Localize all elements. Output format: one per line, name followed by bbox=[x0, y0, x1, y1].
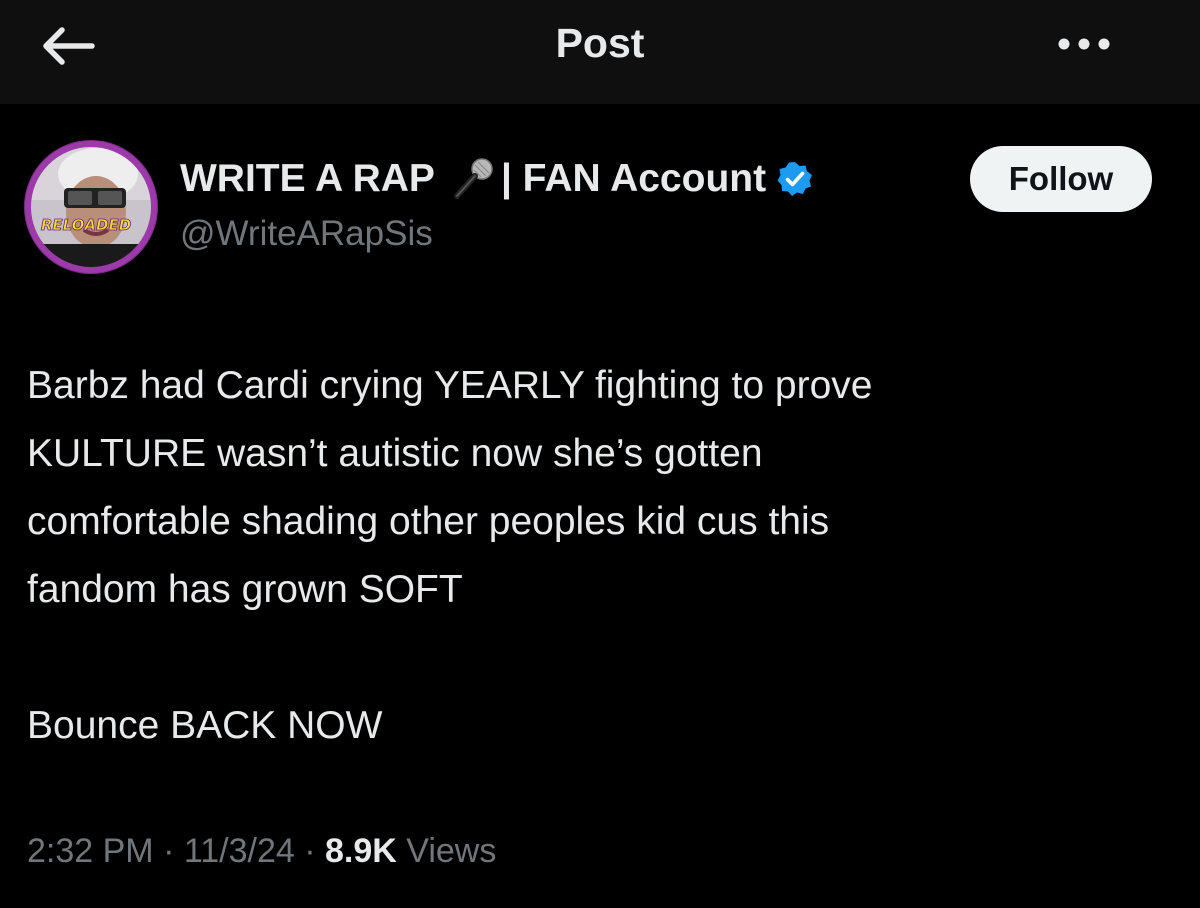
post-text-line: Barbz had Cardi crying YEARLY fighting t… bbox=[27, 364, 873, 407]
verified-badge-icon bbox=[776, 160, 814, 198]
top-bar: Post bbox=[0, 0, 1200, 104]
post-metadata: 2:32 PM · 11/3/24 · 8.9K Views bbox=[27, 832, 496, 871]
author-display-name[interactable]: WRITE A RAP | FAN Account bbox=[180, 154, 814, 204]
author-handle[interactable]: @WriteARapSis bbox=[180, 214, 433, 254]
arrow-left-icon bbox=[43, 27, 95, 65]
avatar-reloaded-text: RELOADED bbox=[41, 216, 131, 234]
meta-separator: · bbox=[153, 832, 184, 870]
views-count[interactable]: 8.9K bbox=[325, 832, 397, 870]
post-closing-line: Bounce BACK NOW bbox=[27, 704, 383, 747]
more-options-button[interactable] bbox=[1054, 24, 1114, 64]
microphone-icon bbox=[449, 156, 495, 202]
post-date[interactable]: 11/3/24 bbox=[184, 832, 295, 870]
avatar[interactable]: RELOADED bbox=[24, 140, 158, 274]
post-text: Barbz had Cardi crying YEARLY fighting t… bbox=[27, 352, 1167, 760]
display-name-part2: | FAN Account bbox=[500, 157, 767, 200]
display-name-part1: WRITE A RAP bbox=[180, 157, 435, 200]
page-title: Post bbox=[555, 20, 645, 66]
meta-separator: · bbox=[294, 832, 325, 870]
views-label: Views bbox=[396, 832, 497, 870]
post-text-line: comfortable shading other peoples kid cu… bbox=[27, 500, 830, 543]
post-time[interactable]: 2:32 PM bbox=[27, 832, 154, 870]
post-text-line: KULTURE wasn’t autistic now she’s gotten bbox=[27, 432, 763, 475]
more-horizontal-icon bbox=[1058, 38, 1110, 50]
back-button[interactable] bbox=[34, 22, 100, 70]
post-text-line: fandom has grown SOFT bbox=[27, 568, 463, 611]
follow-button[interactable]: Follow bbox=[970, 146, 1152, 212]
